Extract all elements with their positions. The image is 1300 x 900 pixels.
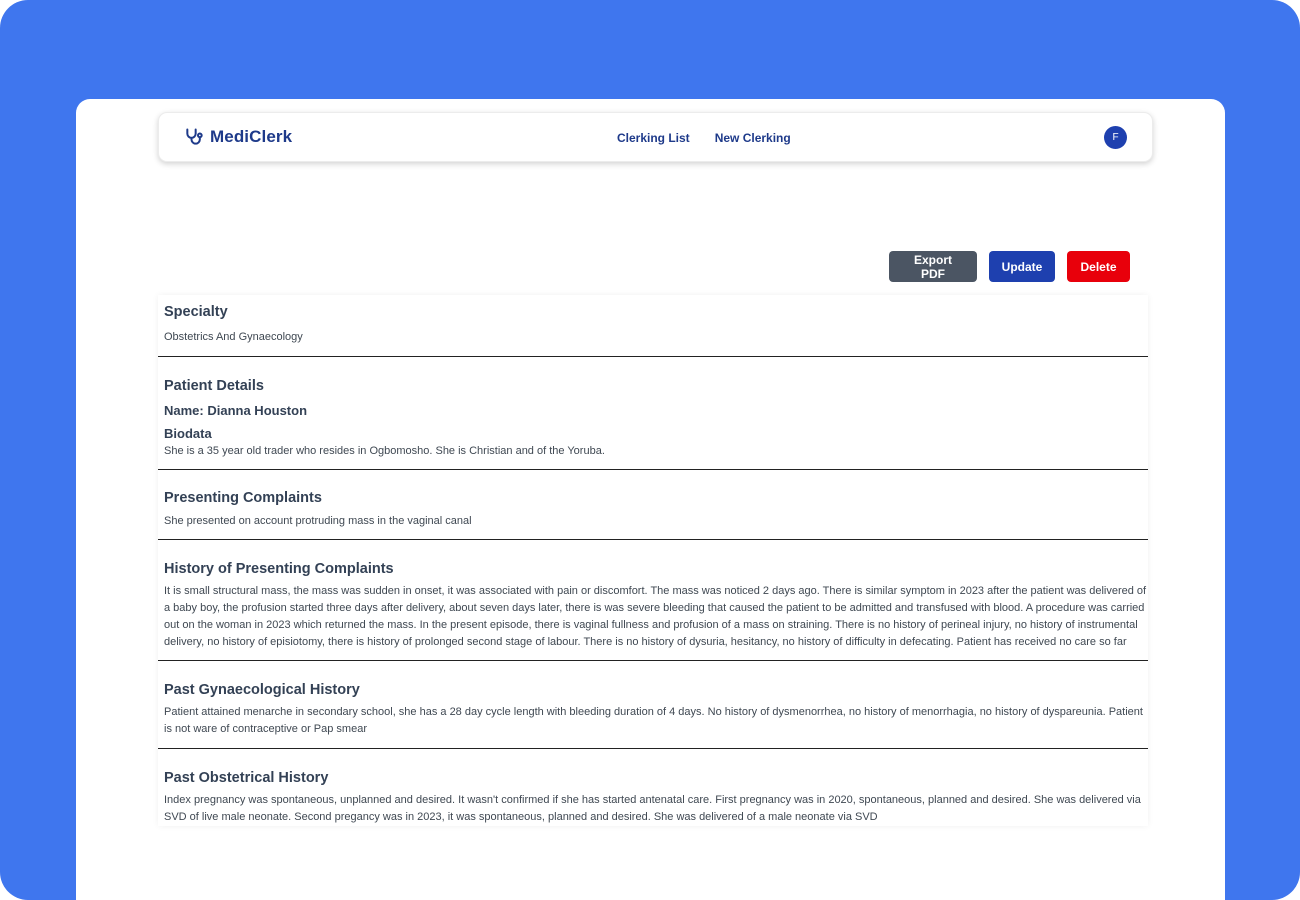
top-navbar: MediClerk Clerking List New Clerking F (158, 112, 1153, 162)
section-title: Past Obstetrical History (164, 770, 329, 786)
update-button[interactable]: Update (989, 251, 1055, 282)
biodata-title: Biodata (164, 426, 212, 441)
record-actions: Export PDF Update Delete (889, 251, 1130, 282)
clerking-details: Specialty Obstetrics And Gynaecology Pat… (158, 295, 1148, 826)
stethoscope-icon (186, 128, 203, 145)
section-title: Patient Details (164, 378, 264, 394)
presenting-complaints-section: Presenting Complaints She presented on a… (158, 470, 1148, 530)
main-card: MediClerk Clerking List New Clerking F E… (76, 99, 1225, 900)
obstetrical-history-section: Past Obstetrical History Index pregnancy… (158, 749, 1148, 826)
obstetrical-history-value: Index pregnancy was spontaneous, unplann… (164, 794, 1141, 823)
user-avatar[interactable]: F (1104, 126, 1127, 149)
gynaecological-history-section: Past Gynaecological History Patient atta… (158, 661, 1148, 738)
specialty-value: Obstetrics And Gynaecology (164, 331, 303, 343)
brand-logo[interactable]: MediClerk (184, 127, 292, 147)
hpc-section: History of Presenting Complaints It is s… (158, 540, 1148, 651)
section-title: Specialty (164, 304, 228, 320)
specialty-section: Specialty Obstetrics And Gynaecology (158, 295, 1148, 346)
patient-details-section: Patient Details Name: Dianna Houston Bio… (158, 357, 1148, 460)
presenting-complaints-value: She presented on account protruding mass… (164, 515, 472, 527)
export-pdf-button[interactable]: Export PDF (889, 251, 977, 282)
delete-button[interactable]: Delete (1067, 251, 1130, 282)
section-title: Past Gynaecological History (164, 682, 360, 698)
patient-name: Name: Dianna Houston (164, 403, 308, 418)
biodata-value: She is a 35 year old trader who resides … (164, 445, 605, 457)
hpc-value: It is small structural mass, the mass wa… (164, 585, 1147, 648)
brand-name: MediClerk (210, 127, 293, 146)
nav-link-new-clerking[interactable]: New Clerking (715, 131, 791, 145)
nav-link-clerking-list[interactable]: Clerking List (617, 131, 690, 145)
section-title: Presenting Complaints (164, 490, 322, 506)
section-title: History of Presenting Complaints (164, 561, 394, 577)
gynaecological-history-value: Patient attained menarche in secondary s… (164, 706, 1143, 735)
nav-links: Clerking List New Clerking (617, 131, 791, 145)
app-frame: MediClerk Clerking List New Clerking F E… (0, 0, 1300, 900)
